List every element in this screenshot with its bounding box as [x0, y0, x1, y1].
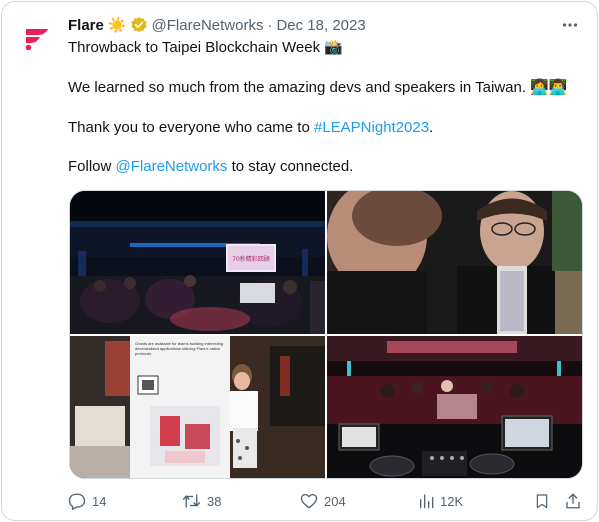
- bookmark-button[interactable]: [534, 490, 550, 512]
- text-line-3-post: .: [429, 119, 434, 136]
- action-bar: 14 38 204 12K: [68, 490, 584, 512]
- verified-badge-icon[interactable]: [130, 16, 148, 34]
- avatar[interactable]: [17, 17, 57, 57]
- tweet-header: Flare ☀️ @FlareNetworks · Dec 18, 2023: [68, 14, 581, 36]
- share-icon: [566, 493, 580, 509]
- venue-stage-image: 70秒精彩回顾: [70, 191, 325, 334]
- text-line-4-post: to stay connected.: [227, 158, 354, 175]
- photo-dj-booth[interactable]: [327, 336, 582, 478]
- reply-button[interactable]: 14: [68, 490, 106, 512]
- more-options-icon[interactable]: [559, 14, 581, 36]
- text-line-1: Throwback to Taipei Blockchain Week 📸: [68, 39, 343, 56]
- repost-icon: [182, 494, 201, 508]
- share-button[interactable]: [564, 490, 582, 512]
- text-line-4-pre: Follow: [68, 158, 116, 175]
- like-count: 204: [324, 493, 346, 509]
- hashtag-link[interactable]: #LEAPNight2023: [314, 119, 429, 136]
- grants-banner-text: Grants are available for teams building …: [135, 341, 224, 356]
- photo-woman-banner[interactable]: Grants are available for teams building …: [70, 336, 325, 478]
- tweet-date[interactable]: Dec 18, 2023: [276, 17, 365, 34]
- reply-icon: [68, 493, 86, 510]
- author-handle[interactable]: @FlareNetworks: [152, 17, 264, 34]
- two-men-image: [327, 191, 582, 334]
- dj-booth-image: [327, 336, 582, 478]
- text-line-3: Thank you to everyone who came to #LEAPN…: [68, 118, 433, 138]
- flare-logo-icon: [25, 29, 48, 51]
- mention-link[interactable]: @FlareNetworks: [116, 158, 228, 175]
- author-name[interactable]: Flare: [68, 17, 104, 34]
- photo-venue-stage[interactable]: 70秒精彩回顾: [70, 191, 325, 334]
- like-button[interactable]: 204: [300, 490, 346, 512]
- woman-banner-image: Grants are available for teams building …: [70, 336, 325, 478]
- views-count: 12K: [440, 493, 464, 509]
- reply-count: 14: [92, 493, 107, 509]
- views-chart-icon: [420, 494, 434, 509]
- tweet-card[interactable]: Flare ☀️ @FlareNetworks · Dec 18, 2023 T…: [1, 1, 598, 521]
- screen-text: 70秒精彩回顾: [232, 255, 270, 263]
- date-separator: ·: [267, 16, 273, 34]
- bookmark-icon: [536, 494, 548, 509]
- text-line-3-pre: Thank you to everyone who came to: [68, 119, 314, 136]
- text-line-4: Follow @FlareNetworks to stay connected.: [68, 157, 353, 177]
- heart-icon: [300, 493, 318, 509]
- sun-emoji: ☀️: [107, 17, 127, 34]
- media-grid: 70秒精彩回顾 Grants are available for teams b…: [69, 190, 583, 479]
- photo-two-men[interactable]: [327, 191, 582, 334]
- views-button[interactable]: 12K: [418, 490, 463, 512]
- repost-count: 38: [207, 493, 222, 509]
- text-line-2: We learned so much from the amazing devs…: [68, 79, 568, 96]
- repost-button[interactable]: 38: [182, 490, 221, 512]
